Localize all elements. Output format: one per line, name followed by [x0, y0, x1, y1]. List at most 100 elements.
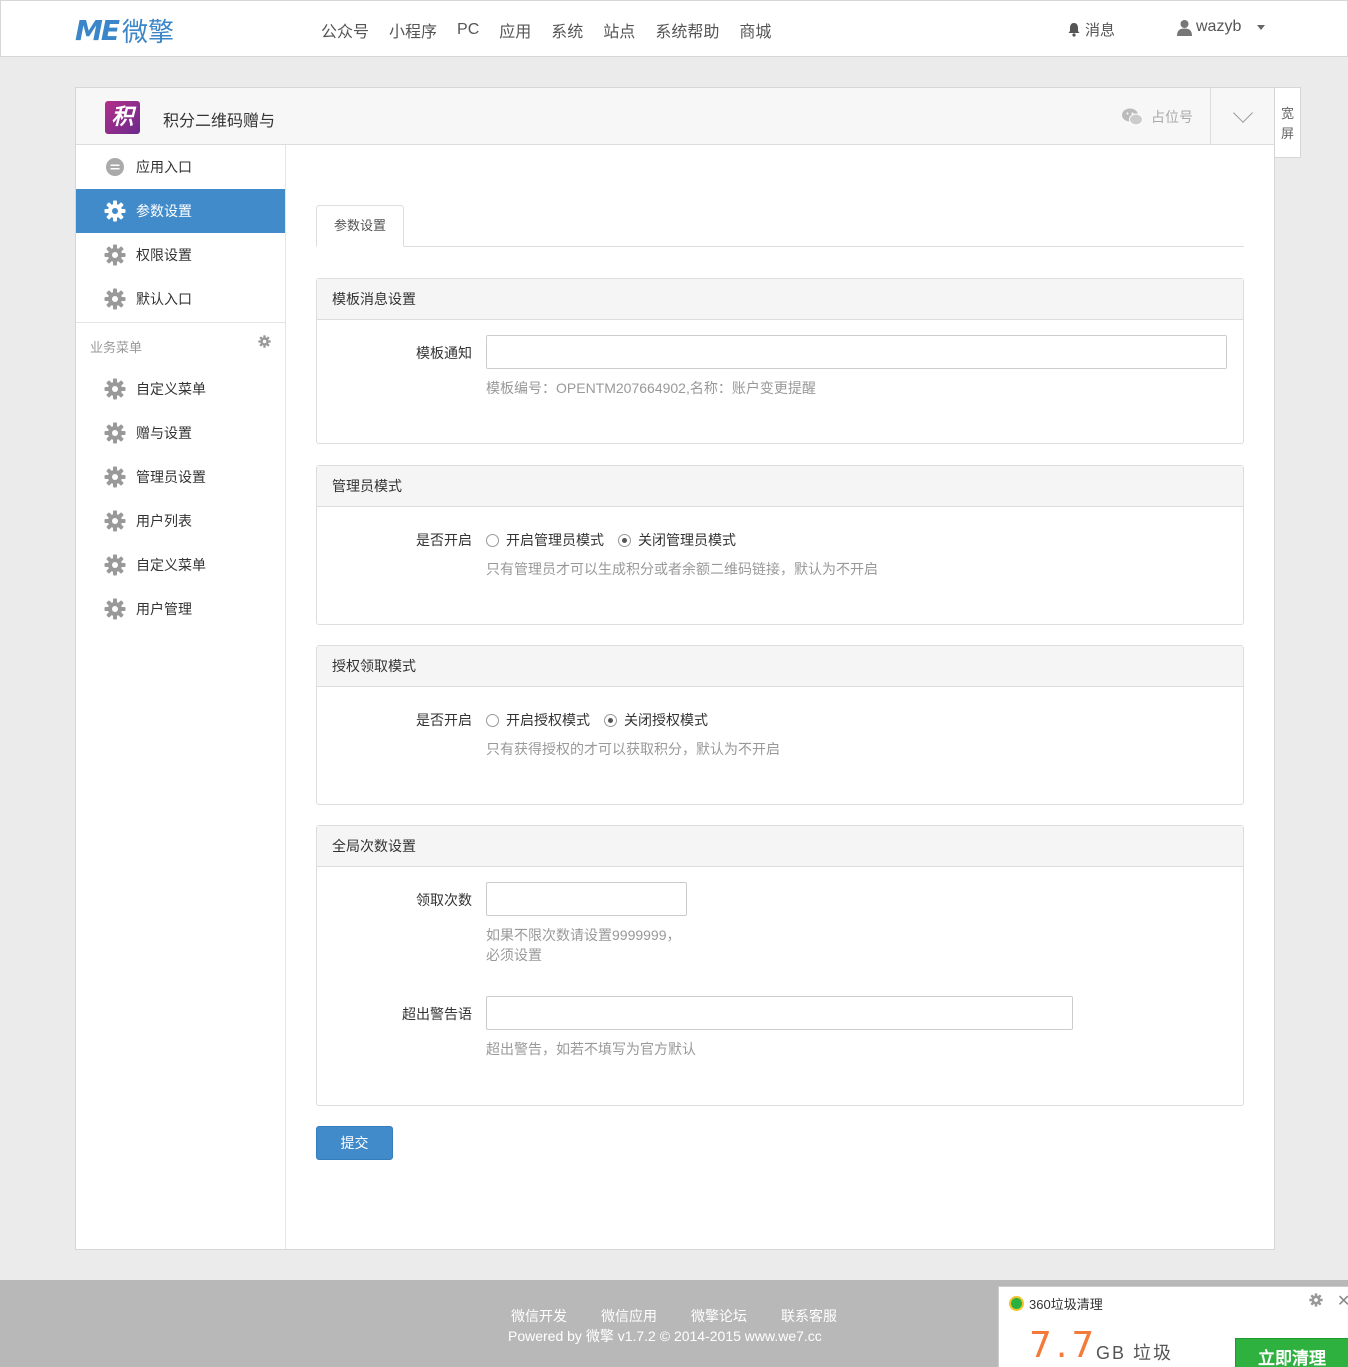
warning-input[interactable] [486, 996, 1073, 1030]
nav-item-store[interactable]: 商城 [729, 18, 781, 42]
nav-item-mp[interactable]: 公众号 [311, 18, 379, 42]
widescreen-toggle[interactable]: 宽 屏 [1275, 87, 1301, 158]
nav-item-help[interactable]: 系统帮助 [645, 18, 729, 42]
clean-now-button[interactable]: 立即清理 [1235, 1338, 1348, 1367]
messages-link[interactable]: 消息 [1067, 19, 1115, 40]
sidebar-item-admin-settings[interactable]: 管理员设置 [76, 455, 285, 499]
brand-logo-mark: ME [75, 13, 120, 47]
messages-label: 消息 [1085, 22, 1116, 39]
sidebar-group-title: 业务菜单 [90, 340, 143, 355]
app-icon: 积 [105, 101, 140, 134]
360-logo-icon [1009, 1296, 1024, 1311]
sidebar-item-label: 管理员设置 [136, 469, 206, 485]
sidebar-item-gift-settings[interactable]: 赠与设置 [76, 411, 285, 455]
admin-enable-label: 是否开启 [416, 532, 472, 548]
sidebar-item-label: 默认入口 [136, 291, 192, 307]
app-title: 积分二维码赠与 [163, 113, 276, 130]
sidebar-item-custom-menu-2[interactable]: 自定义菜单 [76, 543, 285, 587]
cleanup-popup: 360垃圾清理 ✕ 7.7 GB 垃圾 立即清理 [998, 1286, 1348, 1367]
nav-item-site[interactable]: 站点 [593, 18, 645, 42]
footer-link-dev[interactable]: 微信开发 [511, 1306, 567, 1326]
gear-icon [104, 288, 126, 310]
panel-title: 模板消息设置 [317, 279, 1243, 320]
admin-mode-on-label[interactable]: 开启管理员模式 [506, 530, 604, 550]
close-icon[interactable]: ✕ [1337, 1291, 1348, 1311]
main-container: 积 积分二维码赠与 占位号 应用入口 参数设置 权限设置 默认入口 业务菜单 自… [75, 87, 1275, 1250]
top-navbar: ME 微擎 公众号 小程序 PC 应用 系统 站点 系统帮助 商城 消息 waz… [0, 0, 1348, 57]
panel-auth-mode: 授权领取模式 是否开启 开启授权模式 关闭授权模式 只有获得授权的才可以获取积分… [316, 645, 1244, 805]
auth-mode-on-label[interactable]: 开启授权模式 [506, 710, 590, 730]
junk-amount: 7.7 [1029, 1325, 1099, 1366]
submit-button[interactable]: 提交 [316, 1126, 393, 1160]
user-icon [1177, 19, 1192, 36]
sidebar-item-label: 应用入口 [136, 159, 192, 175]
auth-enable-label: 是否开启 [416, 712, 472, 728]
count-label: 领取次数 [416, 892, 472, 908]
popup-title-row: 360垃圾清理 [1009, 1294, 1103, 1313]
footer-copyright: Powered by 微擎 v1.7.2 © 2014-2015 www.we7… [508, 1328, 822, 1344]
nav-item-pc[interactable]: PC [447, 21, 489, 39]
count-help-text-2: 必须设置 [486, 947, 542, 963]
sidebar-item-label: 赠与设置 [136, 425, 192, 441]
footer-links: 微信开发 微信应用 微擎论坛 联系客服 [511, 1306, 837, 1326]
tab-bar: 参数设置 [316, 205, 1244, 247]
popup-title: 360垃圾清理 [1029, 1297, 1103, 1312]
account-label: 占位号 [1151, 109, 1193, 125]
chat-icon [104, 156, 126, 178]
sidebar-item-user-list[interactable]: 用户列表 [76, 499, 285, 543]
warning-label: 超出警告语 [402, 1006, 472, 1022]
sidebar-divider [76, 322, 285, 323]
gear-icon [104, 554, 126, 576]
template-notice-input[interactable] [486, 335, 1227, 369]
template-notice-label: 模板通知 [416, 345, 472, 361]
nav-item-system[interactable]: 系统 [541, 18, 593, 42]
nav-item-apps[interactable]: 应用 [489, 18, 541, 42]
auth-mode-off-radio[interactable] [604, 713, 617, 727]
chevron-down-icon [1257, 24, 1266, 30]
sidebar-item-app-entry[interactable]: 应用入口 [76, 145, 285, 189]
sidebar-item-label: 用户列表 [136, 513, 192, 529]
gear-icon [104, 200, 126, 222]
tab-params[interactable]: 参数设置 [316, 205, 404, 247]
sidebar-item-label: 权限设置 [136, 247, 192, 263]
panel-title: 授权领取模式 [317, 646, 1243, 687]
auth-help-text: 只有获得授权的才可以获取积分，默认为不开启 [486, 741, 780, 757]
sidebar-item-params[interactable]: 参数设置 [76, 189, 285, 233]
wechat-icon [1122, 108, 1143, 126]
footer-link-apps[interactable]: 微信应用 [601, 1306, 657, 1326]
nav-item-miniprogram[interactable]: 小程序 [379, 18, 447, 42]
footer-link-support[interactable]: 联系客服 [781, 1306, 837, 1326]
admin-mode-off-radio[interactable] [618, 533, 631, 547]
junk-unit: GB 垃圾 [1096, 1343, 1174, 1363]
footer-link-forum[interactable]: 微擎论坛 [691, 1306, 747, 1326]
gear-icon [104, 378, 126, 400]
gear-icon[interactable] [258, 335, 271, 351]
count-input[interactable] [486, 882, 687, 916]
widescreen-label-1: 宽 [1280, 106, 1294, 121]
admin-mode-on-radio[interactable] [486, 533, 499, 547]
admin-mode-off-label[interactable]: 关闭管理员模式 [638, 530, 736, 550]
brand-logo[interactable]: ME 微擎 [75, 13, 174, 48]
chevron-down-icon[interactable] [1233, 103, 1253, 123]
template-help-text: 模板编号：OPENTM207664902,名称：账户变更提醒 [486, 380, 816, 396]
gear-icon [104, 598, 126, 620]
sidebar-item-user-management[interactable]: 用户管理 [76, 587, 285, 631]
sidebar-item-default-entry[interactable]: 默认入口 [76, 277, 285, 321]
panel-global-count: 全局次数设置 领取次数 如果不限次数请设置9999999， 必须设置 超出警告语… [316, 825, 1244, 1106]
app-header: 积 积分二维码赠与 占位号 [76, 88, 1274, 145]
gear-icon [104, 510, 126, 532]
username: wazyb [1196, 18, 1242, 35]
user-menu[interactable]: wazyb [1177, 18, 1266, 36]
panel-title: 管理员模式 [317, 466, 1243, 507]
gear-icon[interactable] [1309, 1293, 1323, 1310]
panel-admin-mode: 管理员模式 是否开启 开启管理员模式 关闭管理员模式 只有管理员才可以生成积分或… [316, 465, 1244, 625]
sidebar-item-label: 自定义菜单 [136, 381, 206, 397]
header-divider [1210, 88, 1211, 144]
sidebar-item-permissions[interactable]: 权限设置 [76, 233, 285, 277]
sidebar-item-custom-menu[interactable]: 自定义菜单 [76, 367, 285, 411]
account-switcher[interactable]: 占位号 [1122, 107, 1193, 127]
panel-title: 全局次数设置 [317, 826, 1243, 867]
warning-help-text: 超出警告，如若不填写为官方默认 [486, 1041, 696, 1057]
auth-mode-off-label[interactable]: 关闭授权模式 [624, 710, 708, 730]
auth-mode-on-radio[interactable] [486, 713, 499, 727]
